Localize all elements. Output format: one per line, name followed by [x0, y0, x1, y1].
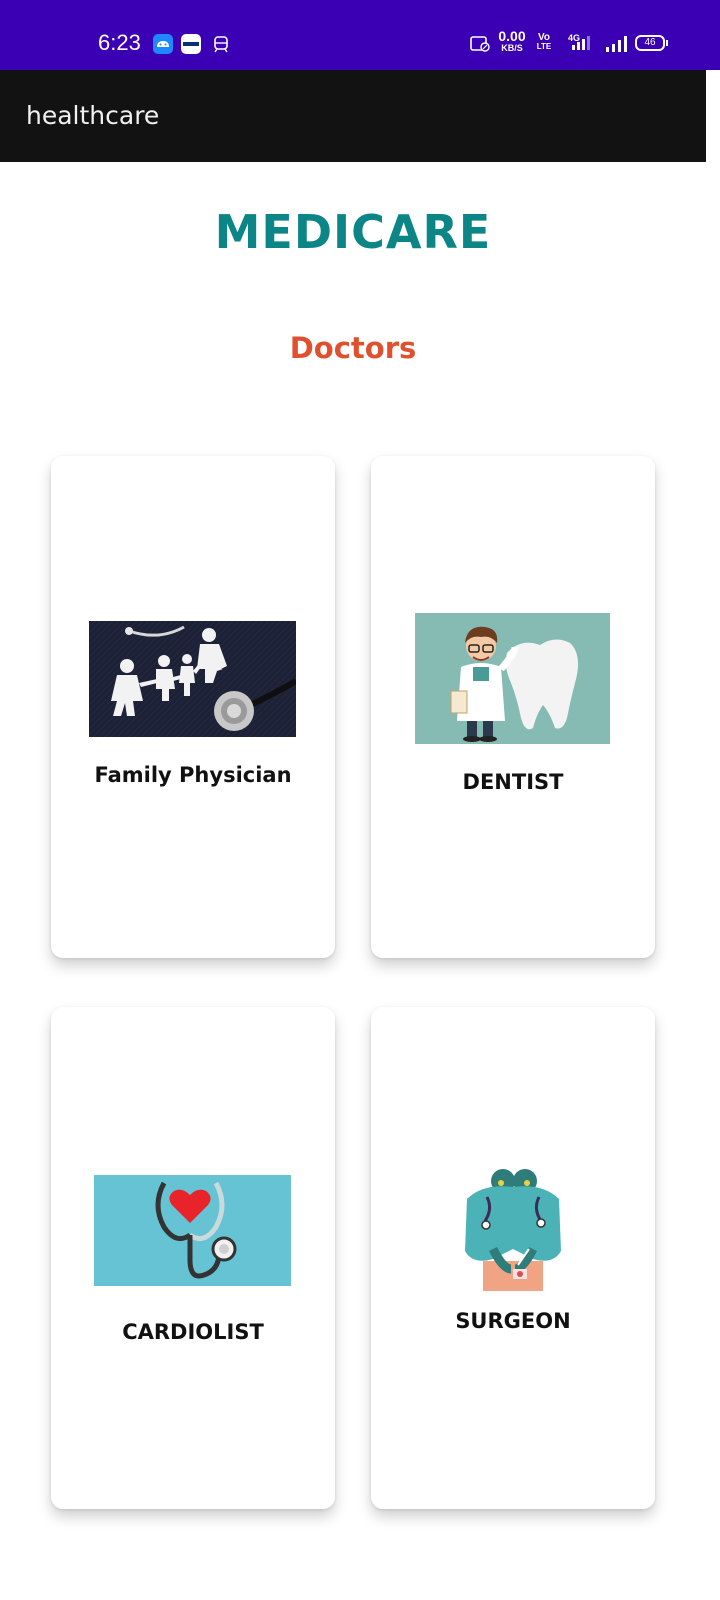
network-speed-value: 0.00 [498, 28, 526, 44]
data-saver-icon [469, 34, 490, 54]
volte-icon: Vo LTE [533, 32, 555, 52]
card-label: CARDIOLIST [122, 1320, 264, 1344]
android-icon [153, 34, 173, 54]
status-bar: 6:23 0.00 KB/S Vo LTE 4G 46 [0, 0, 720, 70]
card-label: SURGEON [455, 1309, 571, 1333]
volte-top: Vo [537, 32, 551, 43]
paytm-icon [181, 34, 201, 54]
train-icon [211, 34, 231, 54]
surgeons-image [463, 1169, 563, 1291]
app-bar-title: healthcare [26, 101, 160, 130]
network-speed-unit: KB/S [501, 43, 523, 53]
battery-level: 46 [644, 37, 656, 48]
network-speed: 0.00 KB/S [494, 28, 530, 53]
card-label: Family Physician [94, 763, 292, 787]
heart-stethoscope-image [94, 1175, 291, 1286]
dentist-tooth-image [415, 613, 610, 744]
card-cardiolist[interactable]: CARDIOLIST [51, 1007, 335, 1509]
card-surgeon[interactable]: SURGEON [371, 1007, 655, 1509]
section-title: Doctors [289, 331, 417, 365]
card-label: DENTIST [462, 770, 564, 794]
volte-bottom: LTE [536, 42, 552, 51]
page-title: MEDICARE [214, 205, 492, 259]
status-time: 6:23 [98, 30, 141, 55]
family-stethoscope-image [89, 621, 296, 737]
signal-icon [604, 34, 628, 54]
battery-icon: 46 [635, 35, 668, 51]
card-family-physician[interactable]: Family Physician [51, 456, 335, 958]
card-dentist[interactable]: DENTIST [371, 456, 655, 958]
